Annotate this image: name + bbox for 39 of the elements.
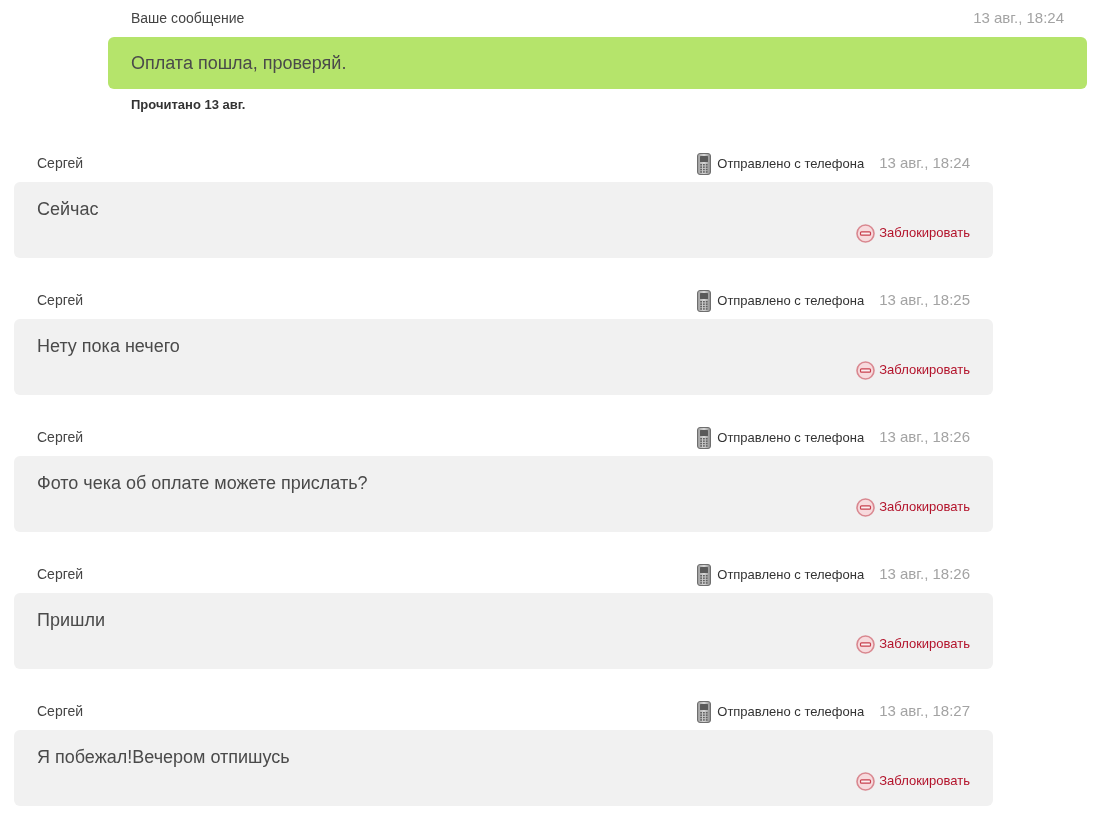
block-link[interactable]: Заблокировать (856, 223, 970, 243)
sender-name: Сергей (37, 565, 84, 584)
sent-from-phone-label: Отправлено с телефона (717, 154, 865, 173)
sent-from-phone-label: Отправлено с телефона (717, 565, 865, 584)
sent-from-phone-label: Отправлено с телефона (717, 702, 865, 721)
sent-from-phone-label: Отправлено с телефона (717, 428, 865, 447)
sender-name: Сергей (37, 154, 84, 173)
message-text: Фото чека об оплате можете прислать? (37, 472, 369, 494)
sent-from-phone-label: Отправлено с телефона (717, 291, 865, 310)
block-link[interactable]: Заблокировать (856, 360, 970, 380)
block-icon (856, 360, 876, 380)
block-icon (856, 634, 876, 654)
message-time: 13 авг., 18:25 (879, 290, 970, 311)
mobile-phone-icon (697, 563, 712, 586)
message-time: 13 авг., 18:26 (879, 427, 970, 448)
sender-name: Ваше сообщение (131, 9, 245, 28)
message-text: Оплата пошла, проверяй. (131, 51, 347, 75)
message-time: 13 авг., 18:27 (879, 701, 970, 722)
block-link[interactable]: Заблокировать (856, 634, 970, 654)
message-text: Нету пока нечего (37, 335, 181, 357)
sender-name: Сергей (37, 291, 84, 310)
mobile-phone-icon (697, 426, 712, 449)
mobile-phone-icon (697, 700, 712, 723)
message-time: 13 авг., 18:26 (879, 564, 970, 585)
message-text: Я побежал!Вечером отпишусь (37, 746, 291, 768)
block-icon (856, 497, 876, 517)
block-icon (856, 223, 876, 243)
sender-name: Сергей (37, 428, 84, 447)
block-link[interactable]: Заблокировать (856, 497, 970, 517)
mobile-phone-icon (697, 289, 712, 312)
block-link[interactable]: Заблокировать (856, 771, 970, 791)
message-time: 13 авг., 18:24 (879, 153, 970, 174)
message-text: Пришли (37, 609, 106, 631)
block-icon (856, 771, 876, 791)
message-text: Сейчас (37, 198, 100, 220)
mobile-phone-icon (697, 152, 712, 175)
message-time: 13 авг., 18:24 (973, 8, 1064, 29)
read-status: Прочитано 13 авг. (131, 96, 246, 115)
sender-name: Сергей (37, 702, 84, 721)
